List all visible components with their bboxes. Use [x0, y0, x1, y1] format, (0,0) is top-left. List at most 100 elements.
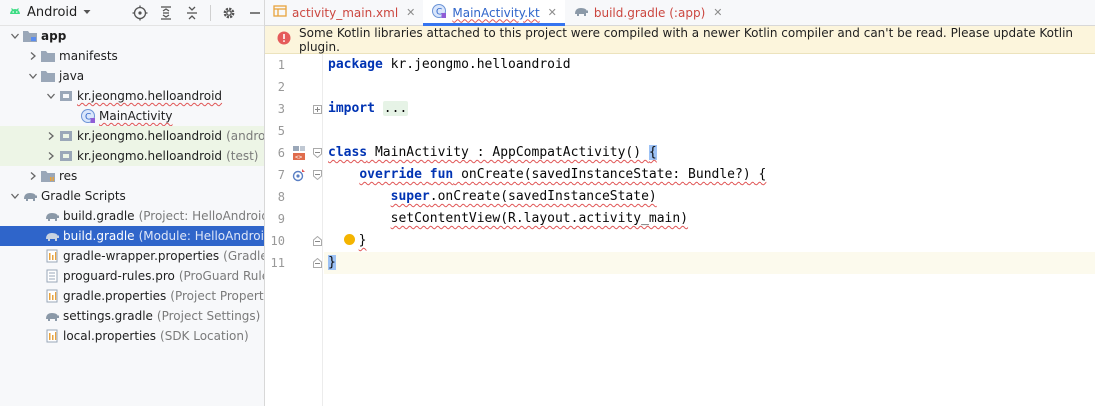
gutter-row: 3: [265, 98, 322, 120]
tree-item-label: res: [59, 169, 78, 183]
tree-item-gradle-properties[interactable]: gradle.properties (Project Properties): [0, 286, 264, 306]
tree-item-build-gradle-module[interactable]: build.gradle (Module: HelloAndroid.a: [0, 226, 264, 246]
package-icon: [58, 88, 74, 104]
gutter-row: 10: [265, 230, 322, 252]
tree-item-label: gradle-wrapper.properties: [63, 249, 220, 263]
tree-item-package-android-test[interactable]: kr.jeongmo.helloandroid (androidT: [0, 126, 265, 146]
tree-item-label: Gradle Scripts: [41, 189, 126, 203]
gutter-row: 7: [265, 164, 322, 186]
tree-item-label: build.gradle: [63, 209, 135, 223]
tree-item-settings-gradle[interactable]: settings.gradle (Project Settings): [0, 306, 264, 326]
chevron-right-icon[interactable]: [26, 169, 40, 183]
line-number: 6: [277, 146, 285, 160]
chevron-right-icon[interactable]: [44, 149, 58, 163]
gutter-row: 1: [265, 54, 322, 76]
tree-item-hint: (Project Properties): [170, 289, 264, 303]
collapse-all-icon[interactable]: [182, 3, 202, 23]
package-icon: [58, 128, 74, 144]
text-file-icon: [44, 268, 60, 284]
fold-end-icon[interactable]: [313, 236, 322, 246]
chevron-down-icon[interactable]: [8, 29, 22, 43]
fold-collapse-icon[interactable]: [313, 170, 322, 180]
tree-item-package-test[interactable]: kr.jeongmo.helloandroid (test): [0, 146, 264, 166]
close-icon[interactable]: ✕: [406, 6, 415, 19]
matched-brace: {: [648, 145, 657, 160]
layout-xml-icon: [273, 4, 287, 21]
code-line[interactable]: class MainActivity : AppCompatActivity()…: [324, 142, 1095, 164]
gradle-elephant-icon: [44, 208, 60, 224]
tree-item-java[interactable]: java: [0, 66, 264, 86]
gradle-elephant-icon: [44, 228, 60, 244]
locate-file-icon[interactable]: [130, 3, 150, 23]
project-view-selector[interactable]: Android: [8, 4, 92, 21]
gutter-row: 8: [265, 186, 322, 208]
tree-item-app[interactable]: app: [0, 26, 264, 46]
tree-item-hint: (Gradle Ver: [223, 249, 265, 263]
chevron-down-icon[interactable]: [44, 89, 58, 103]
code-editor[interactable]: 1 2 3 5 6 <> 7 8 9 10 11 package kr.jeon…: [265, 54, 1095, 406]
minimize-icon[interactable]: [245, 3, 264, 23]
close-icon[interactable]: ✕: [548, 6, 557, 19]
line-number: 10: [270, 234, 285, 248]
close-icon[interactable]: ✕: [713, 6, 722, 19]
error-icon: [277, 31, 291, 48]
tree-item-label: gradle.properties: [63, 289, 167, 303]
fold-collapse-icon[interactable]: [313, 148, 322, 158]
lightbulb-icon[interactable]: [343, 234, 355, 245]
code-line[interactable]: super.onCreate(savedInstanceState): [324, 186, 1095, 208]
code-text: kr.jeongmo.helloandroid: [382, 57, 571, 72]
tree-item-manifests[interactable]: manifests: [0, 46, 264, 66]
project-view-label: Android: [27, 5, 78, 20]
project-tree: app manifests java kr.jeongmo.helloandro…: [0, 26, 265, 346]
fold-expand-icon[interactable]: [313, 104, 322, 114]
chevron-right-icon[interactable]: [44, 129, 58, 143]
code-line[interactable]: }: [324, 230, 1095, 252]
matched-brace: }: [328, 255, 336, 270]
related-layout-icon[interactable]: <>: [291, 145, 307, 161]
tab-build-gradle-app[interactable]: build.gradle (:app) ✕: [565, 0, 731, 25]
tree-item-label: kr.jeongmo.helloandroid: [77, 89, 223, 103]
keyword: package: [328, 57, 383, 72]
code-line[interactable]: package kr.jeongmo.helloandroid: [324, 54, 1095, 76]
tree-item-gradle-wrapper-properties[interactable]: gradle-wrapper.properties (Gradle Ver: [0, 246, 265, 266]
fold-end-icon[interactable]: [313, 258, 322, 268]
code-line[interactable]: [324, 76, 1095, 98]
tree-item-local-properties[interactable]: local.properties (SDK Location): [0, 326, 264, 346]
tree-item-hint: (Module: HelloAndroid.a: [138, 229, 264, 243]
editor-tab-bar: activity_main.xml ✕ C MainActivity.kt ✕ …: [265, 0, 1095, 26]
tree-item-main-activity[interactable]: C MainActivity: [0, 106, 264, 126]
gear-icon[interactable]: [219, 3, 239, 23]
line-number: 2: [277, 80, 285, 94]
code-line[interactable]: [324, 120, 1095, 142]
editor-panel: activity_main.xml ✕ C MainActivity.kt ✕ …: [265, 0, 1095, 406]
tab-main-activity-kt[interactable]: C MainActivity.kt ✕: [423, 0, 565, 26]
line-number: 8: [277, 190, 285, 204]
chevron-down-icon[interactable]: [8, 189, 22, 203]
code-line[interactable]: import ...: [324, 98, 1095, 120]
chevron-down-icon[interactable]: [26, 69, 40, 83]
gradle-elephant-icon: [22, 188, 38, 204]
folded-imports[interactable]: ...: [382, 101, 409, 116]
tree-item-proguard-rules[interactable]: proguard-rules.pro (ProGuard Rules fo: [0, 266, 264, 286]
tree-item-hint: (androidT: [226, 129, 265, 143]
kotlin-version-warning-banner: Some Kotlin libraries attached to this p…: [265, 26, 1095, 54]
code-line[interactable]: override fun onCreate(savedInstanceState…: [324, 164, 1095, 186]
code-content[interactable]: package kr.jeongmo.helloandroid import .…: [324, 54, 1095, 406]
override-marker-icon[interactable]: [291, 167, 307, 183]
expand-all-icon[interactable]: [156, 3, 176, 23]
android-icon: [8, 4, 22, 21]
code-line[interactable]: setContentView(R.layout.activity_main): [324, 208, 1095, 230]
tab-label: activity_main.xml: [292, 5, 399, 20]
tree-item-package-main[interactable]: kr.jeongmo.helloandroid: [0, 86, 264, 106]
gradle-elephant-icon: [44, 308, 60, 324]
tree-item-res[interactable]: res: [0, 166, 264, 186]
tree-item-hint: (ProGuard Rules fo: [178, 269, 264, 283]
svg-text:<>: <>: [295, 154, 303, 161]
tab-activity-main-xml[interactable]: activity_main.xml ✕: [265, 0, 423, 25]
code-line-current[interactable]: }: [324, 252, 1095, 274]
tree-item-gradle-scripts[interactable]: Gradle Scripts: [0, 186, 264, 206]
chevron-down-icon: [82, 6, 92, 20]
chevron-right-icon[interactable]: [26, 49, 40, 63]
tree-item-build-gradle-project[interactable]: build.gradle (Project: HelloAndroid): [0, 206, 264, 226]
gutter-row: 9: [265, 208, 322, 230]
